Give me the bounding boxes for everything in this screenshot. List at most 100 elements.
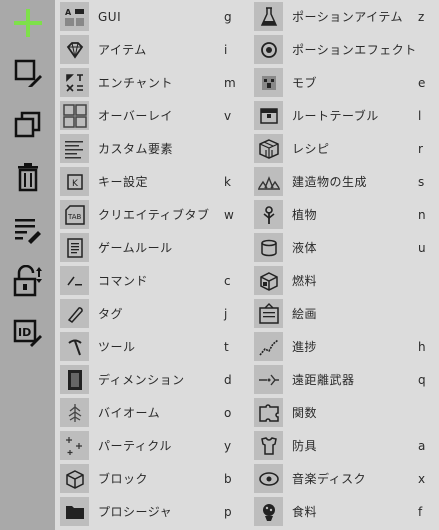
category-item-pickaxe[interactable]: ツール t bbox=[58, 330, 238, 363]
shortcut-key: g bbox=[224, 9, 232, 24]
painting-icon bbox=[254, 299, 283, 328]
category-label: バイオーム bbox=[98, 406, 161, 420]
shortcut-key: t bbox=[224, 339, 229, 354]
category-label: キー設定 bbox=[98, 175, 149, 189]
shortcut-key: c bbox=[224, 273, 231, 288]
mob-face-icon bbox=[254, 68, 283, 97]
category-item-text-lines[interactable]: カスタム要素 bbox=[58, 132, 238, 165]
add-element-button[interactable] bbox=[0, 0, 55, 46]
category-label: 遠距離武器 bbox=[292, 373, 355, 387]
category-item-loot-table[interactable]: ルートテーブル l bbox=[252, 99, 432, 132]
category-item-bucket[interactable]: 液体 u bbox=[252, 231, 432, 264]
category-item-diamond[interactable]: アイテム i bbox=[58, 33, 238, 66]
shortcut-key: h bbox=[418, 339, 426, 354]
shortcut-key: k bbox=[224, 174, 231, 189]
category-item-potion-effect[interactable]: ポーションエフェクト bbox=[252, 33, 432, 66]
shortcut-key: w bbox=[224, 207, 234, 222]
category-item-overlay-grid[interactable]: オーバーレイ v bbox=[58, 99, 238, 132]
food-icon bbox=[254, 497, 283, 526]
shortcut-key: f bbox=[418, 504, 423, 519]
category-label: GUI bbox=[98, 9, 122, 24]
category-label: コマンド bbox=[98, 274, 149, 288]
edit-list-button[interactable] bbox=[0, 204, 55, 254]
shortcut-key: r bbox=[418, 141, 423, 156]
key-icon: K bbox=[60, 167, 89, 196]
category-label: ゲームルール bbox=[98, 241, 173, 255]
shortcut-key: a bbox=[418, 438, 426, 453]
category-label: ポーションエフェクト bbox=[292, 43, 417, 57]
particle-icon bbox=[60, 431, 89, 460]
category-item-painting[interactable]: 絵画 bbox=[252, 297, 432, 330]
left-toolbar: ID bbox=[0, 0, 55, 530]
edit-list-icon bbox=[14, 219, 41, 244]
document-icon bbox=[60, 233, 89, 262]
armor-icon bbox=[254, 431, 283, 460]
category-label: アイテム bbox=[98, 43, 147, 57]
category-item-portal[interactable]: ディメンション d bbox=[58, 363, 238, 396]
category-item-ranged-weapon[interactable]: 遠距離武器 q bbox=[252, 363, 432, 396]
category-item-structure[interactable]: 建造物の生成 s bbox=[252, 165, 432, 198]
category-item-music-disc[interactable]: 音楽ディスク x bbox=[252, 462, 432, 495]
edit-element-button[interactable] bbox=[0, 48, 55, 98]
overlay-grid-icon bbox=[60, 101, 89, 130]
shortcut-key: z bbox=[418, 9, 425, 24]
category-label: オーバーレイ bbox=[98, 109, 173, 123]
shortcut-key: i bbox=[224, 42, 228, 57]
shortcut-key: u bbox=[418, 240, 426, 255]
category-item-fuel[interactable]: 燃料 bbox=[252, 264, 432, 297]
fuel-icon bbox=[254, 266, 283, 295]
category-label: 進捗 bbox=[292, 340, 318, 354]
duplicate-element-button[interactable] bbox=[0, 100, 55, 150]
shortcut-key: p bbox=[224, 504, 232, 519]
category-item-plant[interactable]: 植物 n bbox=[252, 198, 432, 231]
category-item-tag[interactable]: タグ j bbox=[58, 297, 238, 330]
category-label: 食料 bbox=[292, 505, 318, 519]
text-lines-icon bbox=[60, 134, 89, 163]
category-item-tree[interactable]: バイオーム o bbox=[58, 396, 238, 429]
recipe-box-icon bbox=[254, 134, 283, 163]
category-item-particle[interactable]: パーティクル y bbox=[58, 429, 238, 462]
tag-icon bbox=[60, 299, 89, 328]
category-item-tab[interactable]: TAB クリエイティブタブ w bbox=[58, 198, 238, 231]
plant-icon bbox=[254, 200, 283, 229]
shortcut-key: j bbox=[224, 306, 228, 321]
category-label: カスタム要素 bbox=[98, 142, 174, 156]
category-label: レシピ bbox=[292, 142, 330, 156]
category-item-armor[interactable]: 防具 a bbox=[252, 429, 432, 462]
category-item-potion-flask[interactable]: ポーションアイテム z bbox=[252, 0, 432, 33]
lock-sort-button[interactable] bbox=[0, 256, 55, 306]
category-label: 燃料 bbox=[292, 274, 318, 288]
category-label: 建造物の生成 bbox=[292, 175, 368, 189]
category-item-key[interactable]: K キー設定 k bbox=[58, 165, 238, 198]
category-item-food[interactable]: 食料 f bbox=[252, 495, 432, 528]
category-item-progress-chart[interactable]: 進捗 h bbox=[252, 330, 432, 363]
edit-frame-icon bbox=[14, 59, 42, 87]
potion-flask-icon bbox=[254, 2, 283, 31]
category-item-mob-face[interactable]: モブ e bbox=[252, 66, 432, 99]
category-item-enchant[interactable]: エンチャント m bbox=[58, 66, 238, 99]
add-icon bbox=[13, 9, 42, 37]
category-item-gui[interactable]: A GUI g bbox=[58, 0, 238, 33]
category-item-function-puzzle[interactable]: 関数 bbox=[252, 396, 432, 429]
enchant-icon bbox=[60, 68, 89, 97]
category-item-folder[interactable]: プロシージャ p bbox=[58, 495, 238, 528]
category-item-cube[interactable]: ブロック b bbox=[58, 462, 238, 495]
category-label: ルートテーブル bbox=[292, 109, 379, 123]
shortcut-key: q bbox=[418, 372, 426, 387]
category-label: 音楽ディスク bbox=[292, 472, 367, 486]
delete-element-button[interactable] bbox=[0, 152, 55, 202]
potion-effect-icon bbox=[254, 35, 283, 64]
ranged-weapon-icon bbox=[254, 365, 283, 394]
category-item-recipe-box[interactable]: レシピ r bbox=[252, 132, 432, 165]
category-label: ツール bbox=[98, 340, 136, 354]
svg-text:ID: ID bbox=[18, 326, 31, 339]
shortcut-key: x bbox=[418, 471, 426, 486]
edit-id-button[interactable]: ID bbox=[0, 308, 55, 358]
category-label: 液体 bbox=[292, 241, 318, 255]
category-item-document[interactable]: ゲームルール bbox=[58, 231, 238, 264]
category-label: 関数 bbox=[292, 406, 318, 420]
folder-icon bbox=[60, 497, 89, 526]
category-item-command[interactable]: コマンド c bbox=[58, 264, 238, 297]
category-label: モブ bbox=[292, 76, 318, 90]
shortcut-key: v bbox=[224, 108, 232, 123]
